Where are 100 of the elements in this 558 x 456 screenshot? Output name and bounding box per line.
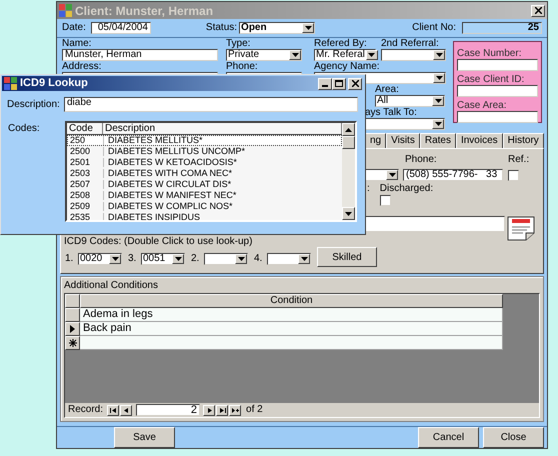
list-row[interactable]: 2535 DIABETES INSIPIDUS bbox=[67, 212, 342, 220]
client-number-field[interactable]: 25 bbox=[462, 22, 542, 34]
field-label: Name: bbox=[62, 39, 92, 49]
case-field[interactable] bbox=[457, 111, 538, 123]
window-title: ICD9 Lookup bbox=[20, 76, 88, 92]
dropdown[interactable]: 0051 bbox=[141, 253, 185, 265]
list-row[interactable]: 2509 DIABETES W COMPLIC NOS* bbox=[67, 201, 342, 212]
caret-icon bbox=[300, 257, 308, 261]
new-record-icon bbox=[68, 339, 76, 347]
scrollbar[interactable] bbox=[342, 123, 355, 220]
field-label: 1. bbox=[65, 254, 74, 264]
tab[interactable]: Invoices bbox=[456, 133, 503, 148]
table-cell[interactable] bbox=[80, 336, 503, 350]
list-row[interactable]: 2500 DIABETES MELLITUS UNCOMP* bbox=[67, 146, 342, 157]
tab[interactable]: Rates bbox=[420, 133, 456, 148]
scroll-up-icon bbox=[345, 128, 352, 132]
row-selector[interactable] bbox=[65, 336, 80, 350]
column-header[interactable]: Condition bbox=[80, 294, 503, 308]
caret-icon bbox=[304, 26, 312, 30]
field-label: 3. bbox=[128, 254, 138, 264]
caret-icon bbox=[112, 257, 118, 261]
caret-icon bbox=[434, 99, 442, 103]
memo-field[interactable] bbox=[365, 216, 505, 232]
case-field[interactable] bbox=[457, 85, 538, 97]
dialog-button[interactable]: Save bbox=[114, 427, 175, 448]
dropdown[interactable]: Private bbox=[226, 49, 302, 61]
caret-icon bbox=[368, 53, 376, 57]
tab[interactable]: Visits bbox=[386, 133, 420, 148]
dropdown[interactable]: 0020 bbox=[78, 253, 122, 265]
previous-record-button[interactable] bbox=[120, 404, 132, 416]
table-cell[interactable]: Back pain bbox=[80, 322, 503, 336]
window-title: Client: Munster, Herman bbox=[75, 2, 214, 20]
next-icon bbox=[206, 408, 213, 412]
minimize-button[interactable] bbox=[318, 78, 332, 90]
scroll-thumb[interactable] bbox=[342, 136, 355, 149]
minimize-icon bbox=[322, 84, 328, 86]
field-label: Area: bbox=[375, 85, 400, 95]
date-field[interactable]: 05/04/2004 bbox=[90, 22, 151, 34]
caret-icon bbox=[436, 53, 442, 57]
list-row[interactable]: 250 DIABETES MELLITUS* bbox=[67, 135, 342, 146]
field-label: Address: bbox=[62, 62, 102, 72]
dropdown[interactable] bbox=[267, 253, 311, 265]
dropdown[interactable]: All bbox=[375, 95, 445, 107]
name-field[interactable]: Munster, Herman bbox=[62, 49, 218, 61]
caret-icon bbox=[436, 76, 442, 80]
list-row[interactable]: 2501 DIABETES W KETOACIDOSIS* bbox=[67, 157, 342, 168]
field-label: Case Client ID: bbox=[457, 75, 526, 85]
new-record-button[interactable] bbox=[229, 404, 242, 416]
checkbox[interactable] bbox=[508, 170, 519, 180]
column-header[interactable]: Code bbox=[67, 123, 103, 134]
row-selector[interactable] bbox=[65, 308, 80, 322]
phone-field[interactable]: (508) 555-7796- 33 bbox=[403, 169, 503, 181]
current-record-icon bbox=[70, 325, 75, 333]
row-selector[interactable] bbox=[65, 322, 80, 336]
maximize-button[interactable] bbox=[332, 78, 346, 90]
dialog-button[interactable]: Cancel bbox=[418, 427, 479, 448]
field-label: of 2 bbox=[246, 405, 263, 415]
dropdown[interactable]: Open bbox=[239, 22, 316, 34]
app-icon bbox=[59, 4, 72, 17]
list-row[interactable]: 2503 DIABETES WITH COMA NEC* bbox=[67, 168, 342, 179]
new-record-icon bbox=[232, 408, 239, 412]
checkbox[interactable] bbox=[380, 195, 391, 206]
field-label: Agency Name: bbox=[314, 62, 381, 72]
header-corner bbox=[65, 294, 80, 308]
close-button[interactable] bbox=[348, 78, 362, 90]
field-label: 4. bbox=[254, 254, 264, 264]
skilled-button[interactable]: Skilled bbox=[317, 247, 377, 267]
close-button[interactable] bbox=[531, 4, 545, 16]
field-label: Case Number: bbox=[457, 49, 522, 59]
caret-icon bbox=[434, 122, 442, 126]
dropdown[interactable] bbox=[365, 118, 445, 130]
record-number-field[interactable]: 2 bbox=[136, 404, 200, 416]
section-title: Additional Conditions bbox=[63, 279, 159, 293]
dropdown[interactable]: Mr. Referal bbox=[314, 49, 376, 61]
close-icon bbox=[352, 80, 358, 87]
field-label: Codes: bbox=[7, 124, 41, 134]
dropdown[interactable] bbox=[381, 49, 446, 61]
list-row[interactable]: 2508 DIABETES W MANIFEST NEC* bbox=[67, 190, 342, 201]
field-label: 2. bbox=[191, 254, 200, 264]
dropdown[interactable] bbox=[204, 253, 248, 265]
caret-icon bbox=[238, 257, 244, 261]
dropdown[interactable] bbox=[365, 169, 399, 181]
list-row[interactable]: 2507 DIABETES W CIRCULAT DIS* bbox=[67, 179, 342, 190]
field-label: Type: bbox=[226, 39, 252, 49]
tab[interactable]: History bbox=[502, 133, 544, 148]
caret-icon bbox=[388, 173, 396, 177]
description-field[interactable]: diabe bbox=[64, 97, 358, 112]
field-label: Record: bbox=[68, 405, 104, 415]
table-cell[interactable]: Adema in legs bbox=[80, 308, 503, 322]
app-icon bbox=[4, 77, 17, 90]
last-icon bbox=[218, 408, 226, 412]
tab[interactable]: ng bbox=[365, 133, 386, 148]
last-record-button[interactable] bbox=[216, 404, 228, 416]
dialog-button[interactable]: Close bbox=[483, 427, 544, 448]
first-record-button[interactable] bbox=[107, 404, 120, 416]
next-record-button[interactable] bbox=[203, 404, 216, 416]
caret-icon bbox=[292, 53, 298, 57]
case-field[interactable] bbox=[457, 59, 538, 71]
field-label: : bbox=[367, 184, 370, 195]
codes-list[interactable] bbox=[65, 121, 357, 222]
